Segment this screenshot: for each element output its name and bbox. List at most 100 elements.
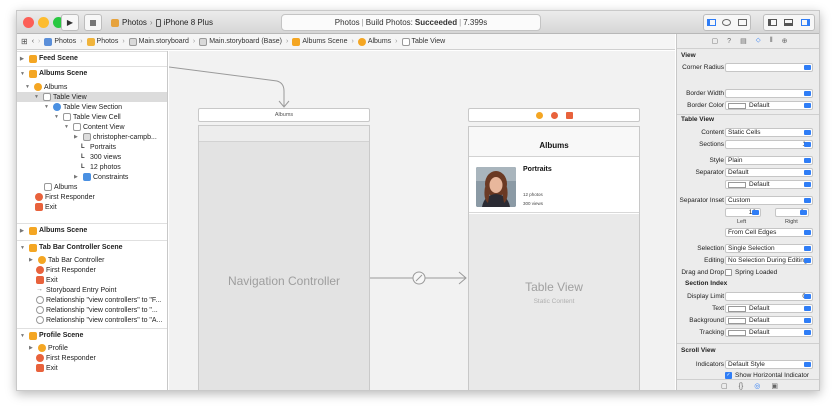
disclosure-down-icon[interactable]: ▼ [64, 124, 71, 130]
disclosure-down-icon[interactable]: ▼ [20, 333, 27, 339]
navigation-controller-scene[interactable]: Navigation Controller [198, 125, 370, 390]
scheme-selector[interactable]: Photos › iPhone 8 Plus [111, 14, 213, 31]
outline-item-table-view[interactable]: ▼ Table View [17, 92, 167, 102]
outline-item-image-view[interactable]: ▶ christopher-campb... [74, 132, 157, 142]
media-library-icon[interactable]: ▣ [771, 382, 778, 390]
outline-item-first-responder[interactable]: First Responder [35, 192, 95, 202]
border-width-field[interactable] [725, 89, 813, 98]
close-window-button[interactable] [23, 17, 34, 28]
outline-item-nav-item[interactable]: Albums [44, 182, 77, 192]
disclosure-right-icon[interactable]: ▶ [20, 56, 27, 62]
albums-table-view-controller[interactable]: Albums Portraits 12 photos 300 views Tab… [468, 126, 640, 390]
disclosure-down-icon[interactable]: ▼ [54, 114, 61, 120]
scene-dock-albums[interactable] [468, 108, 640, 122]
text-color-popup[interactable]: Default [725, 304, 813, 313]
version-editor-icon[interactable] [737, 19, 747, 26]
run-button[interactable]: ▶ [61, 14, 79, 31]
disclosure-right-icon[interactable]: ▶ [20, 228, 27, 234]
content-popup[interactable]: Static Cells [725, 128, 813, 137]
outline-item-first-responder[interactable]: First Responder [36, 265, 96, 275]
breadcrumb-item[interactable]: Table View [401, 37, 445, 46]
stop-button[interactable] [84, 14, 102, 31]
outline-item-relationship[interactable]: Relationship "view controllers" to "F... [36, 295, 161, 305]
file-template-icon[interactable]: ▢ [721, 382, 728, 390]
outline-scene-profile[interactable]: ▼ Profile Scene [17, 328, 167, 342]
attributes-inspector-icon[interactable]: ⬦ [756, 37, 761, 45]
separator-color-popup[interactable]: Default [725, 180, 813, 189]
scene-dock-nav[interactable]: Albums [198, 108, 370, 122]
back-button[interactable]: ‹ [32, 38, 34, 45]
exit-icon[interactable] [565, 111, 573, 119]
outline-item-relationship[interactable]: Relationship "view controllers" to "A... [36, 315, 162, 325]
disclosure-right-icon[interactable]: ▶ [29, 345, 36, 351]
connections-inspector-icon[interactable]: ⊕ [782, 37, 788, 45]
table-view-cell[interactable]: Portraits 12 photos 300 views [469, 158, 639, 213]
editor-mode-segment[interactable] [703, 14, 751, 31]
outline-item-content-view[interactable]: ▼ Content View [64, 122, 125, 132]
outline-item-table-view-cell[interactable]: ▼ Table View Cell [54, 112, 121, 122]
outline-item-table-view-section[interactable]: ▼ Table View Section [44, 102, 122, 112]
first-responder-icon[interactable] [550, 111, 558, 119]
standard-editor-icon[interactable] [707, 19, 717, 26]
identity-inspector-icon[interactable]: ▤ [740, 37, 747, 45]
outline-item-first-responder[interactable]: First Responder [36, 353, 96, 363]
outline-item-exit[interactable]: Exit [35, 202, 57, 212]
related-items-icon[interactable]: ⊞ [21, 37, 28, 46]
outline-item-relationship[interactable]: Relationship "view controllers" to "... [36, 305, 158, 315]
outline-item-label[interactable]: L Portraits [81, 142, 116, 152]
disclosure-down-icon[interactable]: ▼ [34, 94, 41, 100]
disclosure-right-icon[interactable]: ▶ [74, 174, 81, 180]
utilities-toggle-icon[interactable] [801, 19, 811, 26]
selection-popup[interactable]: Single Selection [725, 244, 813, 253]
corner-radius-field[interactable] [725, 63, 813, 72]
outline-item-entry-point[interactable]: → Storyboard Entry Point [36, 285, 116, 295]
editing-popup[interactable]: No Selection During Editing [725, 256, 813, 265]
breadcrumb-item[interactable]: Albums Scene [292, 37, 347, 46]
outline-item-albums[interactable]: ▼ Albums [25, 82, 67, 92]
outline-scene-albums[interactable]: ▼ Albums Scene [17, 66, 167, 80]
outline-scene-tabbar[interactable]: ▼ Tab Bar Controller Scene [17, 240, 167, 254]
outline-scene-feed[interactable]: ▶ Feed Scene [17, 51, 167, 65]
view-toggle-segment[interactable] [763, 14, 815, 31]
outline-item-constraints[interactable]: ▶ Constraints [74, 172, 128, 182]
help-inspector-icon[interactable]: ? [727, 38, 731, 45]
indicators-popup[interactable]: Default Style [725, 360, 813, 369]
disclosure-down-icon[interactable]: ▼ [20, 71, 27, 77]
style-popup[interactable]: Plain [725, 156, 813, 165]
disclosure-down-icon[interactable]: ▼ [44, 104, 51, 110]
separator-popup[interactable]: Default [725, 168, 813, 177]
outline-item-label[interactable]: L 12 photos [81, 162, 121, 172]
breadcrumb-item[interactable]: Main.storyboard [128, 37, 189, 46]
object-library-icon[interactable]: ◎ [754, 382, 760, 390]
disclosure-right-icon[interactable]: ▶ [29, 257, 36, 263]
assistant-editor-icon[interactable] [722, 19, 732, 26]
disclosure-down-icon[interactable]: ▼ [20, 245, 27, 251]
code-snippet-icon[interactable]: {} [739, 383, 744, 390]
minimize-window-button[interactable] [38, 17, 49, 28]
spring-loaded-checkbox[interactable] [725, 269, 732, 276]
breadcrumb-item[interactable]: Albums [357, 37, 391, 46]
navigator-toggle-icon[interactable] [767, 19, 777, 26]
size-inspector-icon[interactable]: ⫴ [770, 37, 773, 45]
outline-item-exit[interactable]: Exit [36, 275, 58, 285]
outline-scene-albums-2[interactable]: ▶ Albums Scene [17, 223, 167, 237]
disclosure-down-icon[interactable]: ▼ [25, 84, 32, 90]
breadcrumb-item[interactable]: Main.storyboard (Base) [199, 37, 282, 46]
separator-inset-popup[interactable]: Custom [725, 196, 813, 205]
disclosure-right-icon[interactable]: ▶ [74, 134, 81, 140]
outline-item-profile[interactable]: ▶ Profile [29, 343, 68, 353]
storyboard-canvas[interactable]: Albums Navigation Controller Albums Port… [169, 51, 675, 390]
forward-button[interactable]: › [38, 38, 40, 45]
outline-item-tabbar-controller[interactable]: ▶ Tab Bar Controller [29, 255, 104, 265]
tracking-color-popup[interactable]: Default [725, 328, 813, 337]
from-edges-popup[interactable]: From Cell Edges [725, 228, 813, 237]
breadcrumb-item[interactable]: Photos [86, 37, 118, 46]
border-color-popup[interactable]: Default [725, 101, 813, 110]
file-inspector-icon[interactable]: ▢ [712, 37, 719, 45]
outline-item-exit[interactable]: Exit [36, 363, 58, 373]
show-horizontal-checkbox[interactable]: ✓ [725, 372, 732, 379]
display-limit-field[interactable]: 0 [725, 292, 813, 301]
background-color-popup[interactable]: Default [725, 316, 813, 325]
breadcrumb-item[interactable]: Photos [44, 37, 76, 46]
debug-toggle-icon[interactable] [784, 19, 794, 26]
